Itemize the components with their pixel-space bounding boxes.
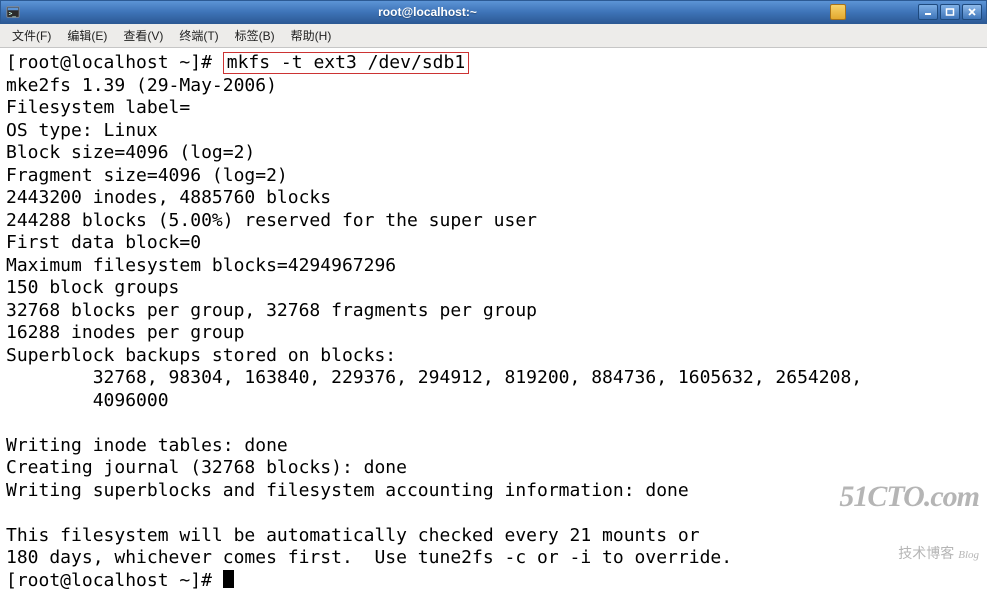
terminal-viewport[interactable]: [root@localhost ~]# mkfs -t ext3 /dev/sd…: [0, 48, 987, 608]
prompt: [root@localhost ~]#: [6, 570, 223, 591]
watermark: 51CTO.com 技术博客Blog: [839, 446, 979, 598]
cursor-block-icon: [223, 570, 234, 588]
menu-terminal[interactable]: 终端(T): [171, 25, 226, 46]
minimize-button[interactable]: [918, 4, 938, 20]
menu-help[interactable]: 帮助(H): [283, 25, 340, 46]
menubar: 文件(F) 编辑(E) 查看(V) 终端(T) 标签(B) 帮助(H): [0, 24, 987, 48]
watermark-sub: 技术博客Blog: [839, 548, 979, 562]
svg-text:>_: >_: [9, 11, 17, 18]
close-button[interactable]: [962, 4, 982, 20]
terminal-line: 244288 blocks (5.00%) reserved for the s…: [6, 210, 537, 231]
terminal-line: Block size=4096 (log=2): [6, 142, 255, 163]
terminal-line: Creating journal (32768 blocks): done: [6, 457, 407, 478]
window-title: root@localhost:~: [25, 5, 830, 19]
terminal-line: 180 days, whichever comes first. Use tun…: [6, 547, 732, 568]
terminal-line: 150 block groups: [6, 277, 179, 298]
menu-file[interactable]: 文件(F): [4, 25, 59, 46]
terminal-line: Writing inode tables: done: [6, 435, 288, 456]
terminal-line: mke2fs 1.39 (29-May-2006): [6, 75, 277, 96]
document-icon: [830, 4, 846, 20]
terminal-line: 32768 blocks per group, 32768 fragments …: [6, 300, 537, 321]
menu-tabs[interactable]: 标签(B): [227, 25, 283, 46]
maximize-button[interactable]: [940, 4, 960, 20]
terminal-line: First data block=0: [6, 232, 201, 253]
terminal-line: 4096000: [6, 390, 169, 411]
window-titlebar: >_ root@localhost:~: [0, 0, 987, 24]
terminal-line: 16288 inodes per group: [6, 322, 244, 343]
terminal-line: Writing superblocks and filesystem accou…: [6, 480, 689, 501]
terminal-line: This filesystem will be automatically ch…: [6, 525, 700, 546]
terminal-line: 2443200 inodes, 4885760 blocks: [6, 187, 331, 208]
watermark-main: 51CTO.com: [839, 482, 979, 512]
terminal-line: Filesystem label=: [6, 97, 190, 118]
menu-edit[interactable]: 编辑(E): [59, 25, 115, 46]
terminal-line: Superblock backups stored on blocks:: [6, 345, 396, 366]
terminal-line: [root@localhost ~]#: [6, 570, 234, 591]
terminal-line: Maximum filesystem blocks=4294967296: [6, 255, 396, 276]
terminal-line: OS type: Linux: [6, 120, 158, 141]
terminal-line: 32768, 98304, 163840, 229376, 294912, 81…: [6, 367, 862, 388]
menu-view[interactable]: 查看(V): [115, 25, 171, 46]
prompt: [root@localhost ~]#: [6, 52, 223, 73]
terminal-app-icon: >_: [5, 4, 21, 20]
terminal-line: Fragment size=4096 (log=2): [6, 165, 288, 186]
command-highlight: mkfs -t ext3 /dev/sdb1: [223, 52, 469, 74]
terminal-line: [root@localhost ~]# mkfs -t ext3 /dev/sd…: [6, 52, 469, 73]
